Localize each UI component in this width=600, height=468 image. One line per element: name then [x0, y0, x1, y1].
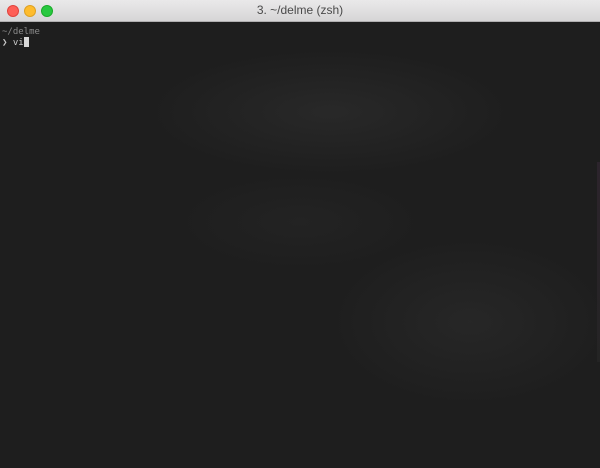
title-bar[interactable]: 3. ~/delme (zsh) [0, 0, 600, 22]
text-cursor [23, 37, 29, 47]
prompt-symbol: ❯ [2, 38, 8, 48]
terminal-content[interactable]: ~/delme ❯ vi [0, 22, 600, 468]
prompt-line[interactable]: ❯ vi [2, 37, 29, 49]
terminal-window: 3. ~/delme (zsh) ~/delme ❯ vi [0, 0, 600, 468]
command-input[interactable]: vi [13, 38, 24, 48]
window-title: 3. ~/delme (zsh) [256, 3, 344, 17]
